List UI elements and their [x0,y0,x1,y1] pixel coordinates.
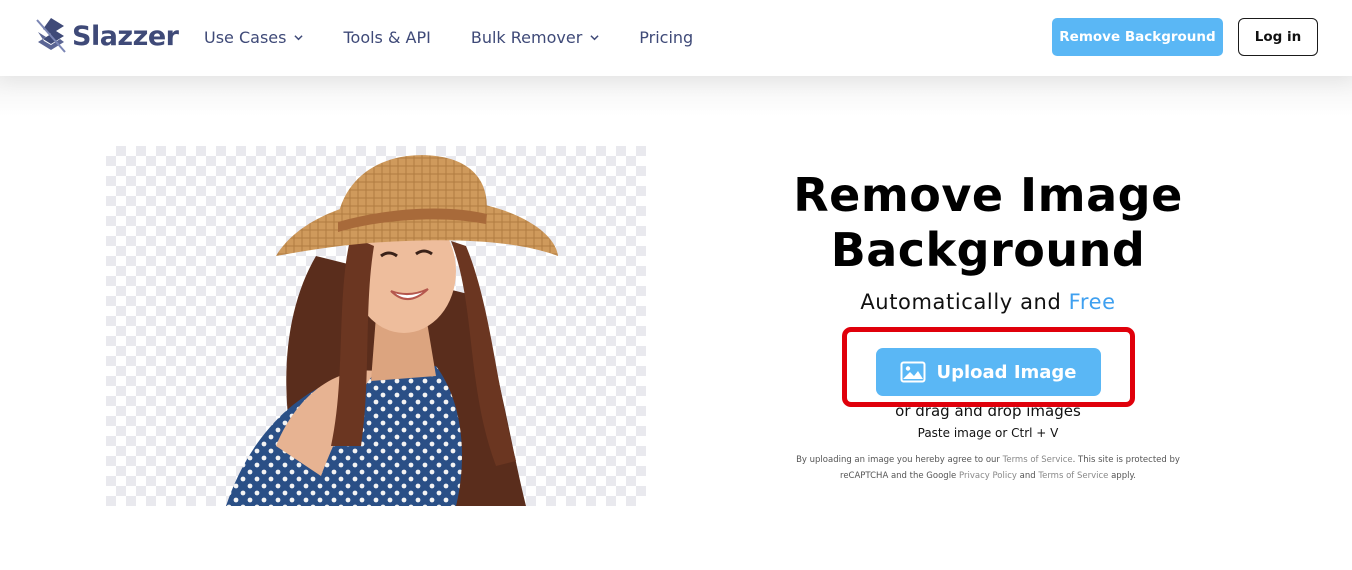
nav-bulk-remover-label: Bulk Remover [470,28,583,47]
main-nav: Use Cases Tools & API Bulk Remover Prici… [204,28,733,47]
header-shadow-band [0,76,1352,116]
paste-hint: Paste image or Ctrl + V [917,426,1059,440]
title-line-2: Background [830,223,1146,277]
page-title: Remove Image Background [760,168,1216,278]
legal-text-1: By uploading an image you hereby agree t… [796,455,1000,465]
nav-pricing-label: Pricing [639,28,694,47]
header: Slazzer Use Cases Tools & API Bulk Remov… [0,0,1352,76]
legal-text-4: apply. [1111,471,1136,481]
nav-bulk-remover[interactable]: Bulk Remover [471,28,599,47]
terms-link-2[interactable]: Terms of Service [1038,471,1108,481]
nav-use-cases-label: Use Cases [204,28,287,47]
subtitle: Automatically and Free [760,290,1216,314]
title-line-1: Remove Image [793,168,1183,222]
nav-tools-api-label: Tools & API [343,28,431,47]
woman-with-hat-image [226,155,558,506]
login-button[interactable]: Log in [1238,18,1318,56]
logo[interactable]: Slazzer [34,16,179,56]
logo-text: Slazzer [72,20,179,52]
chevron-down-icon [294,35,304,41]
legal-notice: By uploading an image you hereby agree t… [780,452,1196,484]
nav-use-cases[interactable]: Use Cases [204,28,304,47]
nav-pricing[interactable]: Pricing [639,28,693,47]
upload-highlight-box [842,327,1135,407]
subtitle-prefix: Automatically and [860,290,1062,314]
terms-link[interactable]: Terms of Service [1003,455,1073,465]
slazzer-logo-icon [36,18,66,53]
remove-background-button[interactable]: Remove Background [1052,18,1223,56]
chevron-down-icon [590,35,599,41]
nav-tools-api[interactable]: Tools & API [343,28,430,47]
privacy-policy-link[interactable]: Privacy Policy [959,471,1017,481]
legal-text-3: and [1019,471,1036,481]
subtitle-free: Free [1068,290,1116,314]
hero-sample-image [106,146,646,506]
